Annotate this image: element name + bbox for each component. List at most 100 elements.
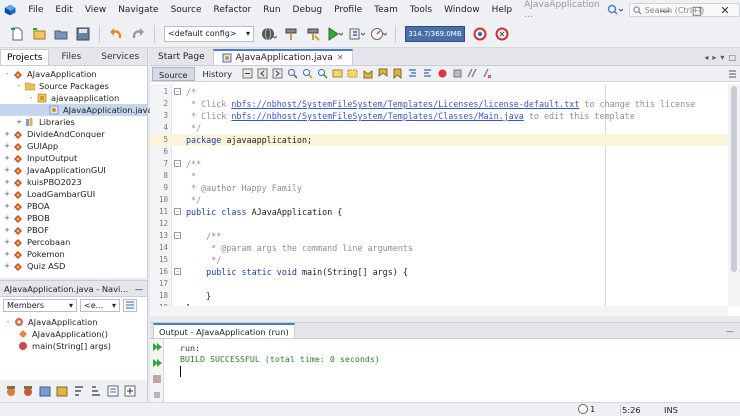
config-select[interactable]: <default config> ▾ bbox=[164, 25, 254, 42]
collapse-icon[interactable]: - bbox=[3, 70, 11, 78]
output-text[interactable]: run: BUILD SUCCESSFUL (total time: 0 sec… bbox=[180, 343, 380, 377]
expand-icon[interactable]: + bbox=[3, 142, 11, 150]
filter-static-icon[interactable] bbox=[21, 384, 35, 398]
undo-button[interactable] bbox=[107, 25, 125, 43]
rerun-customize-icon[interactable] bbox=[152, 358, 162, 368]
editor-vertical-scrollbar[interactable] bbox=[728, 84, 740, 306]
fold-toggle-icon[interactable]: - bbox=[174, 268, 181, 275]
tab-projects[interactable]: Projects bbox=[0, 49, 50, 65]
tree-node[interactable]: + PBOF bbox=[0, 224, 147, 236]
find-next-button[interactable] bbox=[317, 68, 329, 80]
tab-files[interactable]: Files bbox=[55, 49, 87, 65]
scrollbar-thumb[interactable] bbox=[731, 86, 737, 272]
navigator-options-button[interactable] bbox=[123, 299, 137, 312]
expand-icon[interactable]: + bbox=[15, 118, 23, 126]
expand-icon[interactable]: + bbox=[3, 238, 11, 246]
history-view-button[interactable]: History bbox=[197, 67, 239, 81]
expand-icon[interactable]: + bbox=[3, 262, 11, 270]
output-settings-icon[interactable] bbox=[152, 390, 162, 400]
clean-build-button[interactable] bbox=[304, 25, 322, 43]
minimize-panel-icon[interactable]: — bbox=[726, 326, 740, 336]
members-select[interactable]: Members ▾ bbox=[3, 299, 77, 312]
next-bookmark-button[interactable] bbox=[377, 68, 389, 80]
find-selection-button[interactable] bbox=[287, 68, 299, 80]
template-link[interactable]: nbfs://nbhost/SystemFileSystem/Templates… bbox=[231, 99, 579, 109]
filter-nonpublic-icon[interactable] bbox=[38, 384, 52, 398]
expand-icon[interactable]: + bbox=[3, 226, 11, 234]
scroll-left-icon[interactable]: ◂ bbox=[704, 53, 708, 62]
config-globe-button[interactable] bbox=[260, 25, 278, 43]
code-line[interactable]: 8 * bbox=[150, 170, 728, 182]
tree-node[interactable]: + Pokemon bbox=[0, 248, 147, 260]
navigator-item[interactable]: AJavaApplication() bbox=[0, 328, 147, 340]
forward-button[interactable] bbox=[272, 68, 284, 80]
fold-toggle-icon[interactable]: - bbox=[174, 232, 181, 239]
tree-node[interactable]: + PBOB bbox=[0, 212, 147, 224]
menu-edit[interactable]: Edit bbox=[49, 0, 78, 20]
scroll-right-icon[interactable]: ▸ bbox=[712, 53, 716, 62]
tab-list-icon[interactable]: ▾ bbox=[720, 53, 724, 62]
code-line[interactable]: 1-/* bbox=[150, 86, 728, 98]
new-project-button[interactable] bbox=[30, 25, 48, 43]
menu-debug[interactable]: Debug bbox=[287, 0, 329, 20]
tree-node[interactable]: + DivideAndConquer bbox=[0, 128, 147, 140]
output-tab[interactable]: Output - AJavaApplication (run) bbox=[153, 323, 295, 338]
code-line[interactable]: 9 * @author Happy Family bbox=[150, 182, 728, 194]
tree-node[interactable]: + LoadGambarGUI bbox=[0, 188, 147, 200]
profile-ide-button[interactable] bbox=[493, 25, 511, 43]
minimize-panel-icon[interactable]: — bbox=[135, 284, 143, 294]
tab-services[interactable]: Services bbox=[95, 49, 145, 65]
code-area[interactable]: 1-/* 2 * Click nbfs://nbhost/SystemFileSy… bbox=[150, 84, 728, 316]
tree-node[interactable]: + GUIApp bbox=[0, 140, 147, 152]
source-view-button[interactable]: Source bbox=[152, 66, 195, 81]
javadoc-icon[interactable] bbox=[106, 384, 120, 398]
redo-button[interactable] bbox=[129, 25, 147, 43]
expand-icon[interactable]: + bbox=[3, 178, 11, 186]
code-line[interactable]: 4 */ bbox=[150, 122, 728, 134]
debug-button[interactable] bbox=[348, 25, 366, 43]
rerun-icon[interactable] bbox=[152, 342, 162, 352]
previous-bookmark-button[interactable] bbox=[362, 68, 374, 80]
code-line[interactable]: 12 bbox=[150, 218, 728, 230]
split-editor-button[interactable] bbox=[726, 68, 738, 80]
tree-node[interactable]: AJavaApplication.java bbox=[0, 104, 153, 116]
tree-node[interactable]: + Libraries bbox=[0, 116, 147, 128]
code-line[interactable]: 10 */ bbox=[150, 194, 728, 206]
tree-node[interactable]: + Quiz ASD bbox=[0, 260, 147, 272]
fold-toggle-icon[interactable]: - bbox=[174, 160, 181, 167]
tree-node[interactable]: + PBOA bbox=[0, 200, 147, 212]
last-edit-button[interactable] bbox=[242, 68, 254, 80]
expand-icon[interactable]: + bbox=[3, 154, 11, 162]
menu-team[interactable]: Team bbox=[368, 0, 404, 20]
menu-view[interactable]: View bbox=[79, 0, 112, 20]
menu-file[interactable]: File bbox=[22, 0, 49, 20]
back-button[interactable] bbox=[257, 68, 269, 80]
tab-ajavaapplication-java[interactable]: AJavaApplication.java ✕ bbox=[212, 49, 353, 66]
code-line[interactable]: 13- /** bbox=[150, 230, 728, 242]
fold-toggle-icon[interactable]: - bbox=[174, 88, 181, 95]
minimize-button[interactable]: — bbox=[650, 0, 680, 20]
fold-toggle-icon[interactable]: - bbox=[174, 208, 181, 215]
menu-navigate[interactable]: Navigate bbox=[112, 0, 164, 20]
code-line[interactable]: 18 } bbox=[150, 290, 728, 302]
code-line[interactable]: 5 package ajavaapplication; bbox=[150, 134, 728, 146]
memory-usage-indicator[interactable]: 314.7/369.0MB bbox=[405, 25, 465, 42]
start-macro-button[interactable] bbox=[437, 68, 449, 80]
menu-run[interactable]: Run bbox=[257, 0, 286, 20]
editor-horizontal-scrollbar[interactable] bbox=[150, 306, 728, 316]
toggle-rect-select-button[interactable] bbox=[347, 68, 359, 80]
code-line[interactable]: 11- public class AJavaApplication { bbox=[150, 206, 728, 218]
save-all-button[interactable] bbox=[74, 25, 92, 43]
tree-node[interactable]: - ajavaapplication bbox=[0, 92, 147, 104]
menu-help[interactable]: Help bbox=[486, 0, 519, 20]
run-button[interactable] bbox=[326, 25, 344, 43]
tab-start-page[interactable]: Start Page bbox=[150, 49, 213, 65]
toggle-bookmark-button[interactable] bbox=[392, 68, 404, 80]
close-tab-icon[interactable]: ✕ bbox=[337, 50, 344, 66]
collapse-icon[interactable]: - bbox=[27, 94, 35, 102]
collapse-icon[interactable]: - bbox=[15, 82, 23, 90]
tree-node[interactable]: - Source Packages bbox=[0, 80, 147, 92]
toggle-highlight-button[interactable] bbox=[332, 68, 344, 80]
code-line[interactable]: 17 bbox=[150, 278, 728, 290]
code-line[interactable]: 7-/** bbox=[150, 158, 728, 170]
